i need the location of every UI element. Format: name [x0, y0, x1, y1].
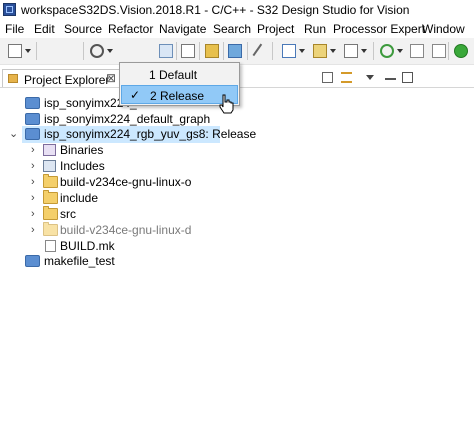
check-icon: ✓ [130, 88, 141, 102]
tree-item[interactable]: › build-v234ce-gnu-linux-o [0, 174, 200, 191]
menu-source[interactable]: Source [64, 22, 102, 36]
tree-item-label: Includes [60, 159, 105, 173]
project-folder-icon [25, 255, 40, 267]
folder-icon [43, 190, 58, 204]
tree-item[interactable]: › Includes [0, 158, 200, 175]
app-icon [3, 3, 16, 16]
chevron-right-icon[interactable]: › [31, 176, 39, 188]
excluded-folder-icon [43, 222, 58, 236]
tree-item-selected[interactable]: ⌄ isp_sonyimx224_rgb_yuv_gs8: Release [9, 126, 256, 143]
new-source-dropdown-arrow[interactable] [299, 49, 305, 53]
new-class-icon[interactable] [205, 44, 219, 58]
toolbar-separator [223, 42, 224, 60]
tree-item-label: include [60, 191, 99, 205]
chevron-right-icon[interactable]: › [31, 224, 39, 236]
tree-item[interactable]: › build-v234ce-gnu-linux-d [0, 222, 200, 239]
tree-item-label: isp_sonyimx224_default_graph [44, 112, 211, 126]
menu-navigate[interactable]: Navigate [159, 22, 206, 36]
toolbar-icon[interactable] [432, 44, 446, 58]
menu-refactor[interactable]: Refactor [108, 22, 153, 36]
gear-dropdown-arrow[interactable] [107, 49, 113, 53]
file-icon [45, 240, 56, 252]
menu-search[interactable]: Search [213, 22, 251, 36]
menu-processor-expert[interactable]: Processor Expert [333, 22, 425, 36]
menu-project[interactable]: Project [257, 22, 294, 36]
menu-run[interactable]: Run [304, 22, 326, 36]
refresh-dropdown-arrow[interactable] [397, 49, 403, 53]
folder-icon [43, 174, 58, 188]
view-tab-label: Project Explorer [24, 73, 110, 87]
menu-item-label: 1 Default [149, 68, 198, 82]
view-menu-icon[interactable] [366, 75, 374, 80]
open-project-icon [25, 128, 40, 140]
chevron-right-icon[interactable]: › [31, 208, 39, 220]
debug-config-dropdown-arrow[interactable] [330, 49, 336, 53]
toolbar-separator [272, 42, 273, 60]
chevron-right-icon[interactable]: › [31, 144, 39, 156]
toolbar-separator [373, 42, 374, 60]
tree-item-label: build-v234ce-gnu-linux-d [60, 223, 192, 237]
menu-item-label: 2 Release [150, 89, 205, 103]
toolbar-separator [199, 42, 200, 60]
menu-file[interactable]: File [5, 22, 24, 36]
project-folder-icon [25, 113, 40, 125]
toolbar-icon[interactable] [410, 44, 424, 58]
hand-cursor-icon [219, 94, 234, 114]
new-icon[interactable] [8, 44, 22, 58]
toolbar-separator [36, 42, 37, 60]
tree-item[interactable]: makefile_test [0, 253, 200, 270]
toolbar-separator [247, 42, 248, 60]
chevron-down-icon[interactable]: ⌄ [9, 127, 18, 140]
title-bar: workspaceS32DS.Vision.2018.R1 - C/C++ - … [0, 0, 474, 20]
tree-item[interactable]: › include [0, 190, 200, 207]
menu-edit[interactable]: Edit [34, 22, 55, 36]
binary-icon[interactable] [159, 44, 173, 58]
collapse-all-icon[interactable] [322, 72, 333, 83]
debug-config-icon[interactable] [313, 44, 327, 58]
maximize-icon[interactable] [402, 72, 413, 83]
link-with-editor-icon[interactable] [341, 72, 352, 83]
tab-project-explorer[interactable]: Project Explorer ⊠ [2, 69, 120, 88]
tree-item-label: makefile_test [44, 254, 115, 268]
new-project-dropdown-arrow[interactable] [361, 49, 367, 53]
new-folder-icon[interactable] [228, 44, 242, 58]
open-type-icon[interactable] [181, 44, 195, 58]
source-folder-icon [43, 206, 58, 220]
tree-item-label: build-v234ce-gnu-linux-o [60, 175, 192, 189]
toolbar-separator [83, 42, 84, 60]
tree-item-label: isp_sonyimx224_rgb_yuv_gs8: Release [44, 127, 257, 141]
tree-item[interactable]: › Binaries [0, 142, 200, 159]
window-title: workspaceS32DS.Vision.2018.R1 - C/C++ - … [21, 3, 410, 17]
new-source-icon[interactable] [282, 44, 296, 58]
menu-window[interactable]: Window [422, 22, 465, 36]
tree-item[interactable]: › src [0, 206, 200, 223]
new-project-icon[interactable] [344, 44, 358, 58]
gear-icon[interactable] [90, 44, 104, 58]
toolbar-separator [448, 42, 449, 60]
project-explorer-icon [8, 74, 18, 83]
includes-icon [43, 160, 56, 172]
tree-item-label: Binaries [60, 143, 104, 157]
chevron-right-icon[interactable]: › [31, 192, 39, 204]
tree-item-label: src [60, 207, 76, 221]
chevron-right-icon[interactable]: › [31, 160, 39, 172]
tree-item-label: BUILD.mk [60, 239, 115, 253]
project-folder-icon [25, 97, 40, 109]
refresh-icon[interactable] [380, 44, 394, 58]
menu-item-default[interactable]: 1 Default [121, 65, 238, 84]
minimize-icon[interactable] [385, 78, 396, 80]
binaries-icon [43, 144, 56, 156]
run-icon[interactable] [454, 44, 468, 58]
close-icon[interactable]: ⊠ [106, 71, 116, 85]
toolbar-separator [176, 42, 177, 60]
new-dropdown-arrow[interactable] [25, 49, 31, 53]
